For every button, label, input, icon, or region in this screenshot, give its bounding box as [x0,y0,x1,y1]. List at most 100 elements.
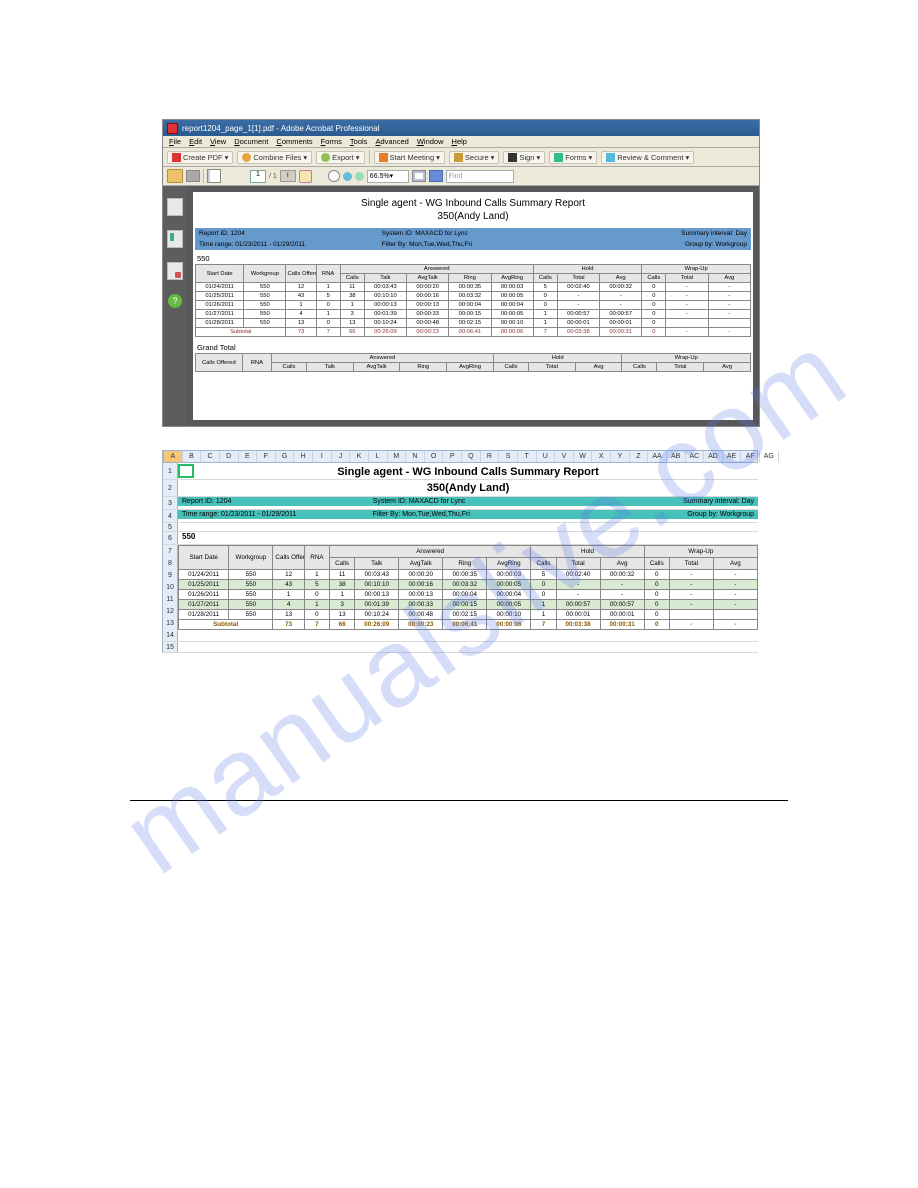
start-meeting-button[interactable]: Start Meeting ▾ [374,151,445,164]
column-header[interactable]: H [294,451,313,462]
column-header[interactable]: P [443,451,462,462]
row-header[interactable]: 2 [163,480,178,496]
column-header[interactable]: K [350,451,369,462]
column-header[interactable]: G [276,451,295,462]
column-header[interactable]: R [481,451,500,462]
column-header[interactable]: D [220,451,239,462]
combine-files-button[interactable]: Combine Files ▾ [237,151,312,164]
find-next-icon[interactable] [517,171,527,181]
menu-advanced[interactable]: Advanced [375,137,408,146]
find-input[interactable]: Find [446,170,514,183]
column-header[interactable]: AC [686,451,705,462]
forms-button[interactable]: Forms ▾ [549,151,597,164]
row-header[interactable]: 3 [163,497,178,509]
pages-panel-icon[interactable] [167,198,183,216]
column-header[interactable]: A [164,451,183,462]
row-header[interactable]: 5 [163,523,178,531]
column-header[interactable]: T [518,451,537,462]
row-header[interactable]: 8 [163,557,178,569]
row-header[interactable]: 9 [163,569,178,581]
menu-file[interactable]: File [169,137,181,146]
column-header[interactable]: E [239,451,258,462]
xl-filter-by: Filter By: Mon,Tue,Wed,Thu,Fri [373,511,564,518]
cell: - [708,310,750,319]
back-icon[interactable] [315,171,325,181]
cell: - [556,580,600,590]
column-header[interactable]: AA [648,451,667,462]
zoom-in-icon[interactable] [355,172,364,181]
page-number-input[interactable]: 1 [250,170,266,183]
column-header[interactable]: I [313,451,332,462]
fit-page-icon[interactable] [412,170,426,182]
sign-button[interactable]: Sign ▾ [503,151,545,164]
zoom-out-icon[interactable] [343,172,352,181]
bookmarks-panel-icon[interactable] [167,230,183,248]
select-tool-icon[interactable]: I [280,170,296,182]
cell: 01/25/2011 [196,292,244,301]
menu-window[interactable]: Window [417,137,444,146]
column-header[interactable]: V [555,451,574,462]
cell: 13 [330,610,355,620]
export-button[interactable]: Export ▾ [316,151,364,164]
column-header[interactable]: AB [667,451,686,462]
column-header[interactable]: N [406,451,425,462]
column-header[interactable]: L [369,451,388,462]
column-header[interactable]: S [499,451,518,462]
page-separator [130,800,788,801]
row-header[interactable]: 6 [163,532,178,544]
row-header[interactable]: 12 [163,605,178,617]
column-header[interactable]: Y [611,451,630,462]
page-view-icon[interactable] [207,169,221,183]
zoom-level-select[interactable]: 66.5% ▾ [367,170,409,183]
help-icon[interactable]: ? [168,294,182,308]
row-header[interactable]: 15 [163,642,178,652]
column-header[interactable]: AF [741,451,760,462]
cell: 0 [642,310,666,319]
menu-tools[interactable]: Tools [350,137,368,146]
column-header[interactable]: AE [723,451,742,462]
prev-page-icon[interactable] [224,171,234,181]
print-icon[interactable] [186,170,200,182]
menu-edit[interactable]: Edit [189,137,202,146]
marquee-zoom-icon[interactable] [328,170,340,182]
fit-width-icon[interactable] [429,170,443,182]
th-rna: RNA [316,265,340,283]
menu-document[interactable]: Document [234,137,268,146]
menubar[interactable]: File Edit View Document Comments Forms T… [163,136,759,148]
row-header[interactable]: 4 [163,510,178,522]
hand-tool-icon[interactable] [299,170,312,183]
cell: 00:03:38 [556,620,600,630]
column-header[interactable]: U [537,451,556,462]
column-header[interactable]: B [183,451,202,462]
review-comment-button[interactable]: Review & Comment ▾ [601,151,694,164]
cell: 5 [533,283,557,292]
column-header[interactable]: AG [760,451,779,462]
create-pdf-button[interactable]: Create PDF ▾ [167,151,233,164]
secure-button[interactable]: Secure ▾ [449,151,500,164]
menu-comments[interactable]: Comments [276,137,312,146]
column-header[interactable]: O [425,451,444,462]
menu-forms[interactable]: Forms [321,137,342,146]
column-header[interactable]: J [332,451,351,462]
column-header[interactable]: X [592,451,611,462]
row-header[interactable]: 10 [163,581,178,593]
signatures-panel-icon[interactable] [167,262,183,280]
document-area[interactable]: Single agent - WG Inbound Calls Summary … [187,186,759,426]
column-header[interactable]: M [388,451,407,462]
menu-help[interactable]: Help [452,137,467,146]
column-header[interactable]: AD [704,451,723,462]
row-header[interactable]: 14 [163,629,178,641]
row-header[interactable]: 13 [163,617,178,629]
menu-view[interactable]: View [210,137,226,146]
row-header[interactable]: 1 [163,463,178,479]
open-icon[interactable] [167,169,183,183]
row-header[interactable]: 11 [163,593,178,605]
column-header[interactable]: Q [462,451,481,462]
column-header[interactable]: C [201,451,220,462]
next-page-icon[interactable] [237,171,247,181]
column-header[interactable]: F [257,451,276,462]
column-header[interactable]: W [574,451,593,462]
active-cell[interactable] [178,464,194,478]
column-header[interactable]: Z [630,451,649,462]
row-header[interactable]: 7 [163,545,178,557]
